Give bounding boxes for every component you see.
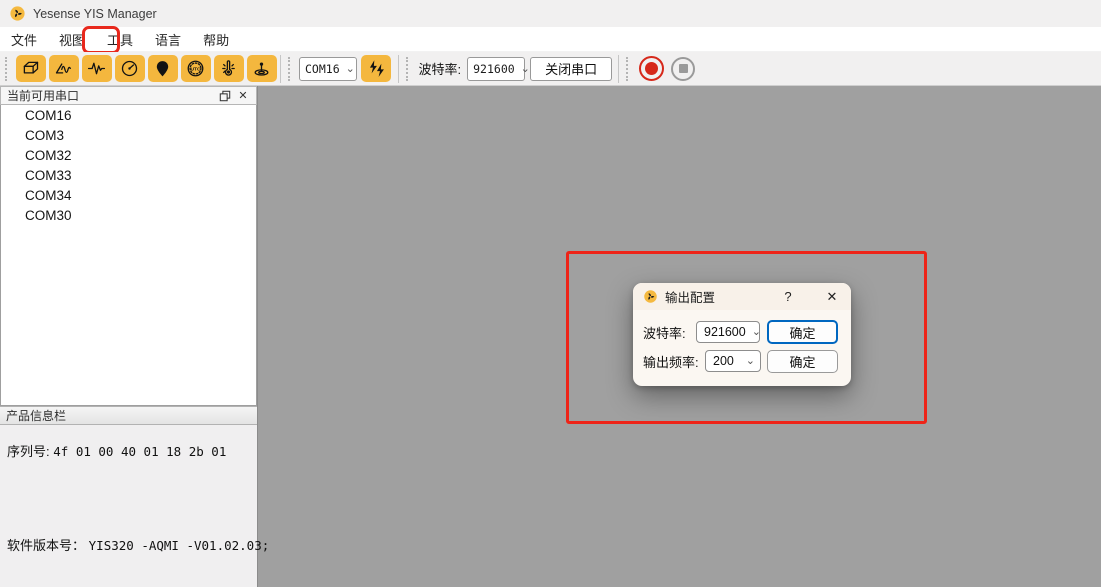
angle-waveform-icon — [53, 58, 74, 79]
toolbar-utc-clock-button[interactable]: UTC — [181, 55, 211, 82]
toolbar-grip-icon[interactable] — [288, 57, 294, 81]
baud-rate-label: 波特率: — [419, 59, 462, 78]
serial-number-value: 4f 01 00 40 01 18 2b 01 — [53, 444, 226, 459]
dialog-baud-label: 波特率: — [643, 323, 686, 342]
chevron-down-icon: ⌄ — [752, 328, 761, 336]
port-list-item[interactable]: COM32 — [1, 145, 256, 165]
port-list-item[interactable]: COM16 — [1, 105, 256, 125]
stop-button[interactable] — [671, 57, 695, 81]
close-serial-port-button[interactable]: 关闭串口 — [530, 57, 612, 81]
toolbar-angle-wave-button[interactable] — [49, 55, 79, 82]
stop-icon — [679, 64, 688, 73]
close-icon: ✕ — [238, 89, 247, 102]
output-frequency-row: 输出频率: 200 ⌄ 确定 — [633, 349, 851, 373]
baud-select[interactable]: 921600 ⌄ — [467, 57, 525, 81]
window-title: Yesense YIS Manager — [33, 7, 157, 21]
dialog-frequency-ok-button[interactable]: 确定 — [767, 350, 838, 373]
dialog-frequency-label: 输出频率: — [643, 352, 699, 371]
software-version-label: 软件版本号： — [7, 538, 85, 553]
port-list: COM16 COM3 COM32 COM33 COM34 COM30 — [0, 105, 257, 406]
float-panel-button[interactable] — [216, 88, 234, 103]
dialog-logo-icon — [643, 289, 658, 304]
serial-number-row: 序列号: 4f 01 00 40 01 18 2b 01 — [7, 441, 226, 460]
menu-bar: 文件 视图 工具 语言 帮助 — [0, 27, 1101, 52]
cube-3d-icon — [20, 58, 41, 79]
software-version-value: YIS320 -AQMI -V01.02.03; — [89, 538, 270, 553]
dialog-frequency-value: 200 — [713, 354, 734, 368]
port-list-item[interactable]: COM3 — [1, 125, 256, 145]
menu-item-language[interactable]: 语言 — [144, 27, 192, 52]
port-list-item[interactable]: COM30 — [1, 205, 256, 225]
attitude-3d-icon — [251, 58, 272, 79]
product-info-body: 序列号: 4f 01 00 40 01 18 2b 01 软件版本号： YIS3… — [0, 425, 257, 587]
panel-title: 当前可用串口 — [7, 87, 216, 104]
dialog-title: 输出配置 — [665, 287, 777, 306]
port-list-item[interactable]: COM33 — [1, 165, 256, 185]
software-version-row: 软件版本号： YIS320 -AQMI -V01.02.03; — [7, 535, 269, 554]
port-select[interactable]: COM16 ⌄ — [299, 57, 357, 81]
toolbar-temperature-button[interactable] — [214, 55, 244, 82]
port-list-item[interactable]: COM34 — [1, 185, 256, 205]
toolbar-separator — [398, 55, 399, 83]
toolbar-waveform-button[interactable] — [82, 55, 112, 82]
app-window: Yesense YIS Manager 文件 视图 工具 语言 帮助 — [0, 0, 1101, 587]
serial-number-label: 序列号: — [7, 444, 50, 459]
toolbar-location-button[interactable] — [148, 55, 178, 82]
toolbar-grip-icon[interactable] — [626, 57, 632, 81]
location-pin-icon — [152, 58, 173, 79]
toolbar-separator — [280, 55, 281, 83]
dialog-frequency-select[interactable]: 200 ⌄ — [705, 350, 761, 372]
menu-item-tools[interactable]: 工具 — [96, 27, 144, 52]
serial-ports-panel: 当前可用串口 ✕ COM16 COM3 COM32 COM33 COM34 CO… — [0, 86, 257, 587]
product-info-header: 产品信息栏 — [0, 406, 257, 425]
dialog-baud-value: 921600 — [704, 325, 746, 339]
app-logo-icon — [9, 5, 26, 22]
record-button[interactable] — [639, 56, 664, 81]
output-config-dialog: 输出配置 ? ✕ 波特率: 921600 ⌄ 确定 输出频率: 200 ⌄ 确定 — [633, 283, 851, 386]
utc-clock-icon: UTC — [185, 58, 206, 79]
dialog-baud-select[interactable]: 921600 ⌄ — [696, 321, 760, 343]
record-icon — [645, 62, 658, 75]
thermometer-icon — [218, 58, 239, 79]
baud-rate-row: 波特率: 921600 ⌄ 确定 — [633, 320, 851, 344]
chevron-down-icon: ⌄ — [521, 65, 530, 73]
lightning-refresh-icon — [366, 58, 387, 79]
menu-item-view[interactable]: 视图 — [48, 27, 96, 52]
refresh-ports-button[interactable] — [361, 55, 391, 82]
toolbar-separator — [618, 55, 619, 83]
gauge-icon — [119, 58, 140, 79]
close-panel-button[interactable]: ✕ — [234, 88, 252, 103]
dialog-help-button[interactable]: ? — [777, 287, 799, 307]
dialog-baud-ok-button[interactable]: 确定 — [767, 320, 838, 344]
title-bar: Yesense YIS Manager — [0, 0, 1101, 27]
chevron-down-icon: ⌄ — [346, 65, 355, 73]
toolbar-grip-icon[interactable] — [5, 57, 11, 81]
toolbar-gauge-button[interactable] — [115, 55, 145, 82]
toolbar: UTC COM16 ⌄ — [0, 52, 1101, 86]
port-select-value: COM16 — [305, 62, 340, 76]
toolbar-grip-icon[interactable] — [406, 57, 412, 81]
toolbar-attitude-button[interactable] — [247, 55, 277, 82]
float-window-icon — [219, 90, 231, 102]
menu-item-help[interactable]: 帮助 — [192, 27, 240, 52]
toolbar-3d-model-button[interactable] — [16, 55, 46, 82]
product-info-title: 产品信息栏 — [6, 407, 66, 424]
panel-header: 当前可用串口 ✕ — [0, 86, 257, 105]
dialog-close-button[interactable]: ✕ — [821, 287, 843, 307]
chevron-down-icon: ⌄ — [746, 357, 755, 365]
dialog-title-bar: 输出配置 ? ✕ — [633, 283, 851, 310]
waveform-icon — [86, 58, 107, 79]
svg-text:UTC: UTC — [190, 66, 201, 72]
baud-select-value: 921600 — [473, 62, 515, 76]
menu-item-file[interactable]: 文件 — [0, 27, 48, 52]
